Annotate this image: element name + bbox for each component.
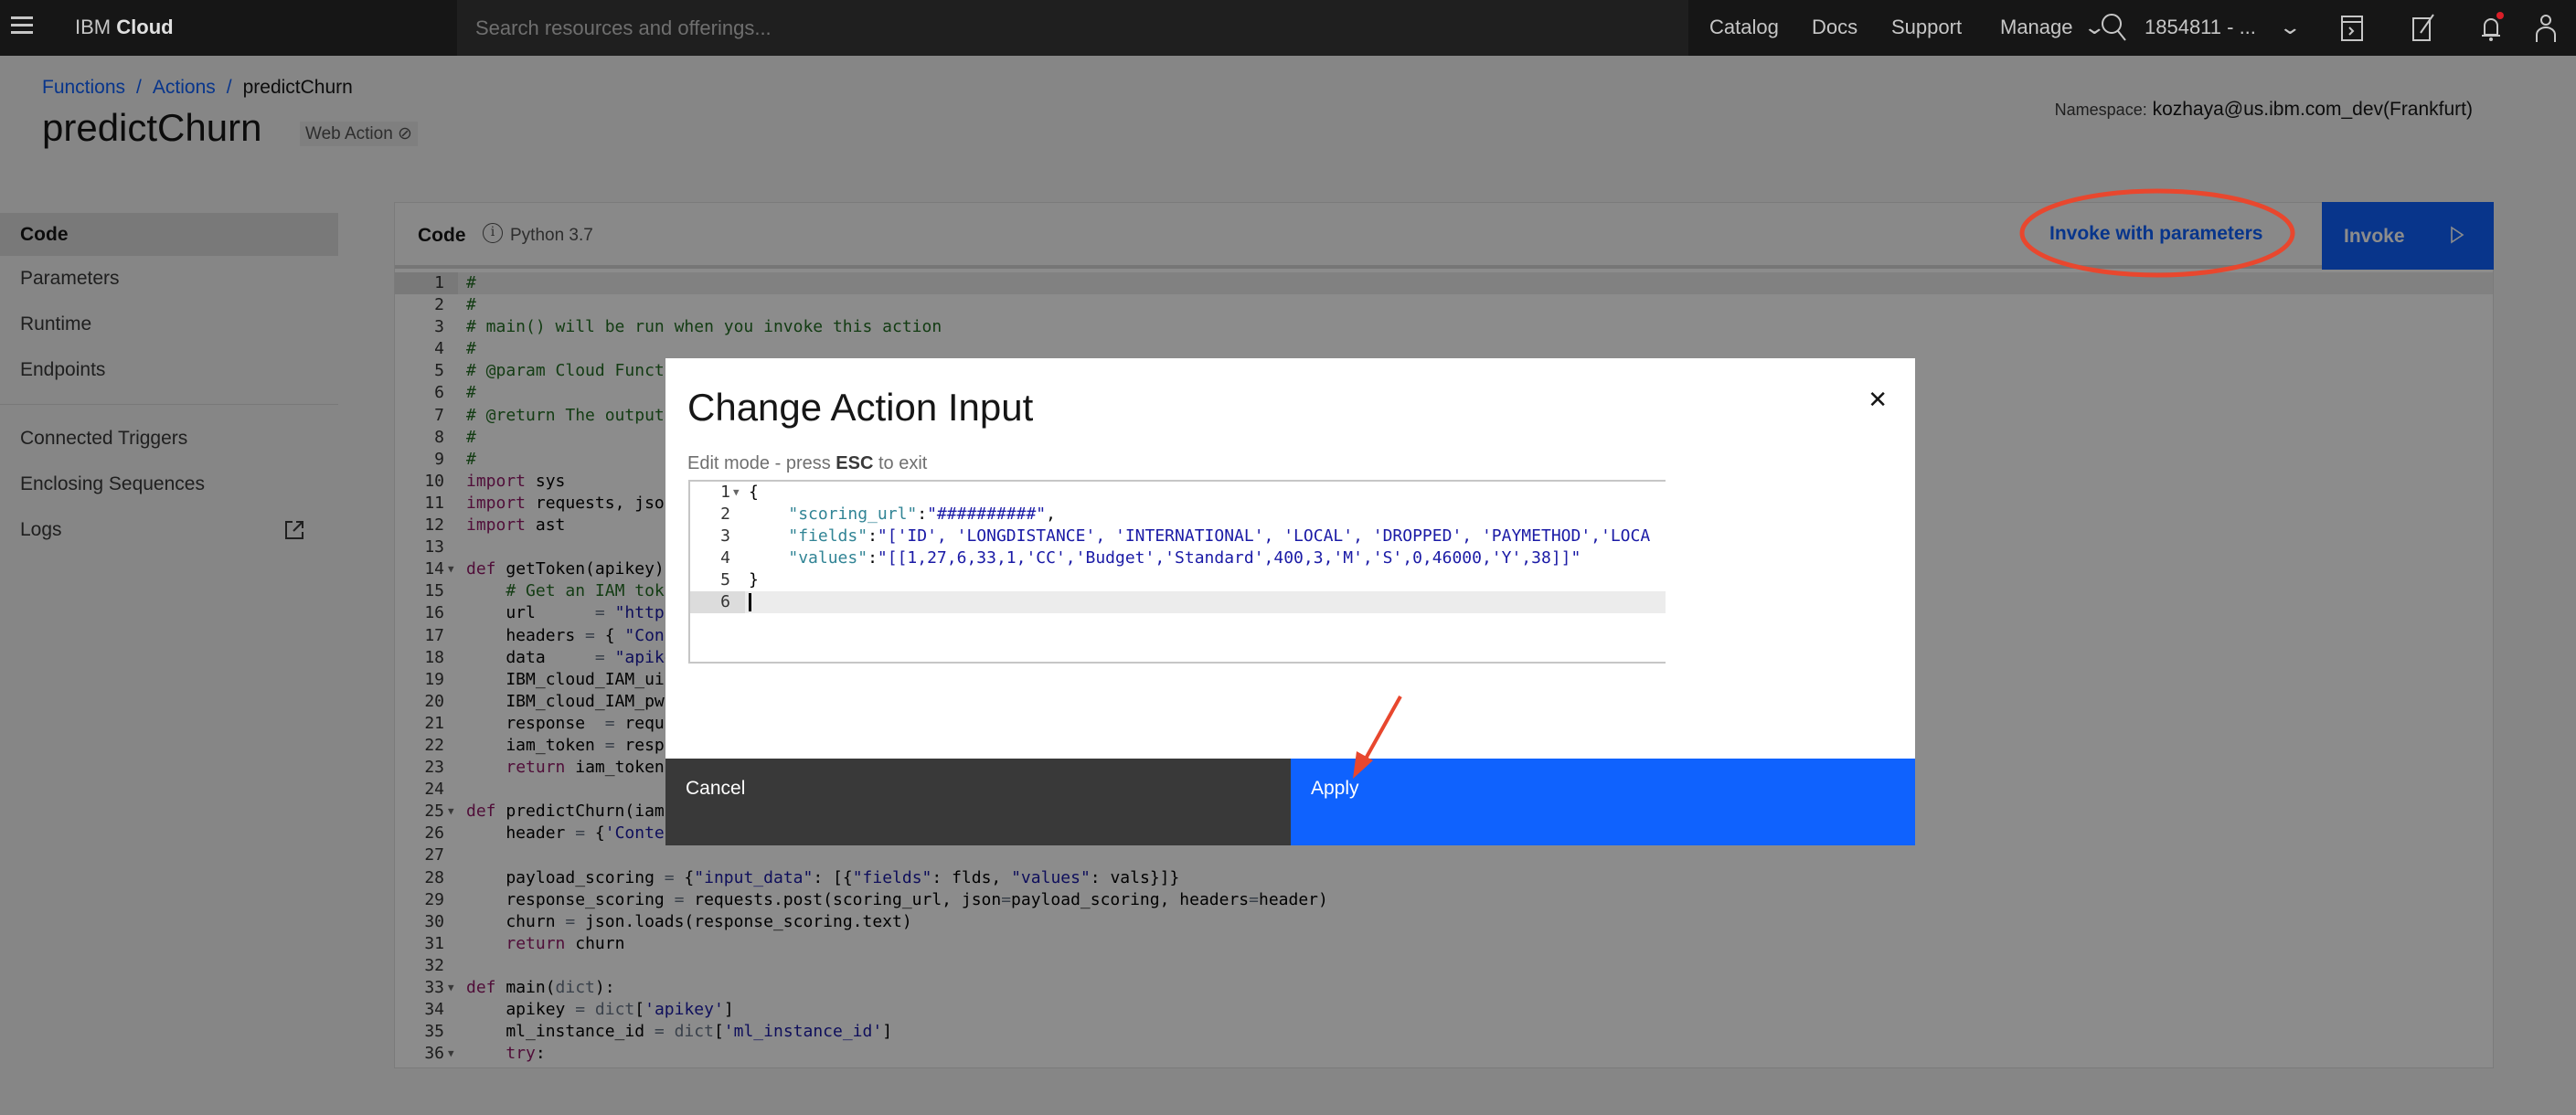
code-token: "scoring_url": [788, 504, 918, 524]
code-line: 6: [690, 591, 1666, 613]
line-text: }: [749, 569, 759, 591]
line-number: 5: [720, 570, 730, 589]
line-text: "fields":"['ID', 'LONGDISTANCE', 'INTERN…: [749, 526, 1650, 547]
terminal-icon[interactable]: [2338, 11, 2366, 44]
code-token: "##########": [927, 504, 1047, 524]
top-navigation-bar: IBM Cloud Catalog Docs Support Manage ⌄ …: [0, 0, 2576, 56]
cancel-button[interactable]: Cancel: [665, 759, 1291, 845]
line-number: 2: [720, 504, 730, 524]
edit-icon[interactable]: [2410, 11, 2437, 44]
fold-toggle-icon[interactable]: ▼: [733, 482, 740, 504]
modal-footer: Cancel Apply: [665, 759, 1915, 845]
hint-key: ESC: [836, 453, 874, 473]
account-selector[interactable]: 1854811 - ...: [2145, 16, 2256, 39]
code-token: "fields": [788, 526, 868, 546]
close-icon[interactable]: ✕: [1868, 386, 1888, 414]
nav-docs[interactable]: Docs: [1812, 16, 1857, 39]
nav-support[interactable]: Support: [1891, 16, 1962, 39]
change-action-input-dialog: Change Action Input ✕ Edit mode - press …: [665, 358, 1915, 845]
line-text: "scoring_url":"##########",: [749, 504, 1056, 526]
nav-catalog[interactable]: Catalog: [1709, 16, 1779, 39]
line-text: "values":"[[1,27,6,33,1,'CC','Budget','S…: [749, 547, 1581, 569]
line-text: {: [749, 482, 759, 504]
line-number: 4: [720, 548, 730, 568]
hint-suffix: to exit: [873, 453, 928, 473]
line-number: 6: [690, 591, 745, 613]
line-number: 1: [720, 483, 730, 502]
search-input[interactable]: [475, 13, 1572, 44]
line-number: 3: [720, 526, 730, 546]
json-input-editor[interactable]: 1 ▼{2 "scoring_url":"##########", 3 "field…: [688, 480, 1666, 664]
chevron-down-icon[interactable]: ⌄: [2278, 16, 2302, 39]
code-token: "['ID', 'LONGDISTANCE', 'INTERNATIONAL',…: [877, 526, 1651, 546]
code-token: :: [917, 504, 928, 524]
edit-mode-hint: Edit mode - press ESC to exit: [687, 453, 927, 474]
notification-icon[interactable]: [2477, 11, 2505, 44]
brand-name: Cloud: [116, 16, 174, 38]
chevron-down-icon[interactable]: ⌄: [2082, 16, 2106, 39]
code-token: "[[1,27,6,33,1,'CC','Budget','Standard',…: [877, 548, 1581, 568]
search-bar: [457, 0, 2126, 56]
code-token: }: [749, 570, 759, 589]
code-line: 2 "scoring_url":"##########",: [690, 504, 1666, 526]
menu-icon[interactable]: [11, 16, 33, 38]
text-cursor: [749, 593, 751, 611]
hint-prefix: Edit mode - press: [687, 453, 836, 473]
apply-button[interactable]: Apply: [1291, 759, 1915, 845]
code-line: 5}: [690, 569, 1666, 591]
code-token: ,: [1046, 504, 1056, 524]
code-token: {: [749, 483, 759, 502]
code-line: 3 "fields":"['ID', 'LONGDISTANCE', 'INTE…: [690, 526, 1666, 547]
code-line: 1 ▼ {: [690, 482, 1666, 504]
brand-prefix: IBM: [75, 16, 112, 38]
ibm-cloud-logo[interactable]: IBM Cloud: [75, 16, 174, 39]
modal-title: Change Action Input: [687, 386, 1034, 429]
code-token: :: [868, 548, 878, 568]
nav-manage[interactable]: Manage: [2000, 16, 2073, 39]
user-icon[interactable]: [2532, 11, 2560, 44]
code-line: 4 "values":"[[1,27,6,33,1,'CC','Budget',…: [690, 547, 1666, 569]
code-token: "values": [788, 548, 868, 568]
code-token: :: [868, 526, 878, 546]
